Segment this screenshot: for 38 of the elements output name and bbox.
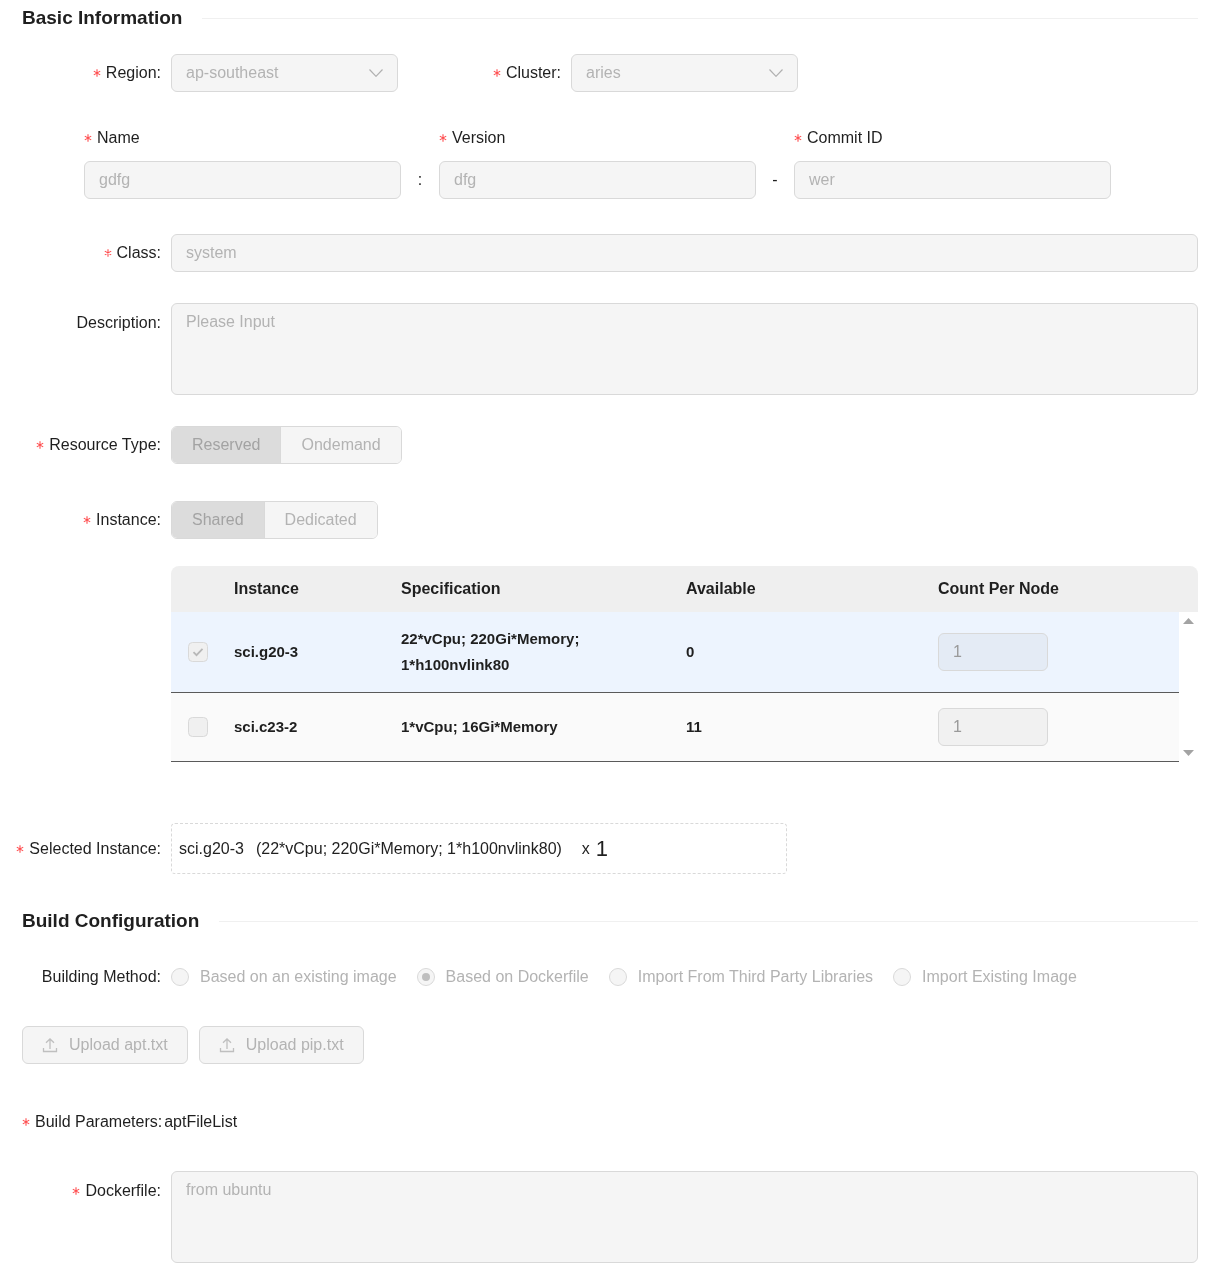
separator: : xyxy=(417,171,423,189)
field-label: Description: xyxy=(76,314,161,332)
field-label: Building Method: xyxy=(41,968,161,986)
multiplier: x xyxy=(581,839,590,858)
field-label: Build Parameters: xyxy=(35,1113,163,1131)
table-cell-text: 11 xyxy=(686,717,702,737)
field-label: Dockerfile: xyxy=(85,1182,161,1200)
field-label: Region: xyxy=(105,64,161,82)
upload-icon xyxy=(42,1037,58,1053)
table-cell-text: 22*vCpu; 220Gi*Memory; 1*h100nvlink80 xyxy=(401,629,581,675)
field-label: Cluster: xyxy=(505,64,561,82)
scroll-up-icon[interactable] xyxy=(1183,618,1194,624)
field-label: Name xyxy=(97,129,140,147)
chevron-down-icon xyxy=(769,69,783,77)
table-cell-text: sci.g20-3 xyxy=(234,642,299,662)
section-title: Build Configuration xyxy=(22,910,200,932)
table-cell-text: 1*vCpu; 16Gi*Memory xyxy=(401,717,558,737)
section-title: Basic Information xyxy=(22,7,183,29)
column-header: Available xyxy=(686,580,756,598)
column-header: Instance xyxy=(234,580,299,598)
column-header: Specification xyxy=(401,580,501,598)
parameter-value: aptFileList xyxy=(164,1113,238,1131)
upload-icon xyxy=(218,1037,235,1053)
instance-specification: (22*vCpu; 220Gi*Memory; 1*h100nvlink80) xyxy=(255,839,562,858)
field-label: Selected Instance: xyxy=(29,839,161,858)
instance-name: sci.g20-3 xyxy=(179,839,244,858)
chevron-down-icon xyxy=(369,69,383,77)
field-label: Commit ID xyxy=(807,129,883,147)
table-cell-text: sci.c23-2 xyxy=(234,717,298,737)
field-label: Version xyxy=(452,129,506,147)
field-label: Instance: xyxy=(96,511,161,529)
table-cell-text: 0 xyxy=(686,642,695,662)
field-label: Class: xyxy=(116,244,161,262)
instance-count: 1 xyxy=(595,835,609,862)
column-header: Count Per Node xyxy=(938,580,1059,598)
separator: - xyxy=(772,171,778,189)
scroll-down-icon[interactable] xyxy=(1183,750,1194,756)
field-label: Resource Type: xyxy=(49,436,161,454)
